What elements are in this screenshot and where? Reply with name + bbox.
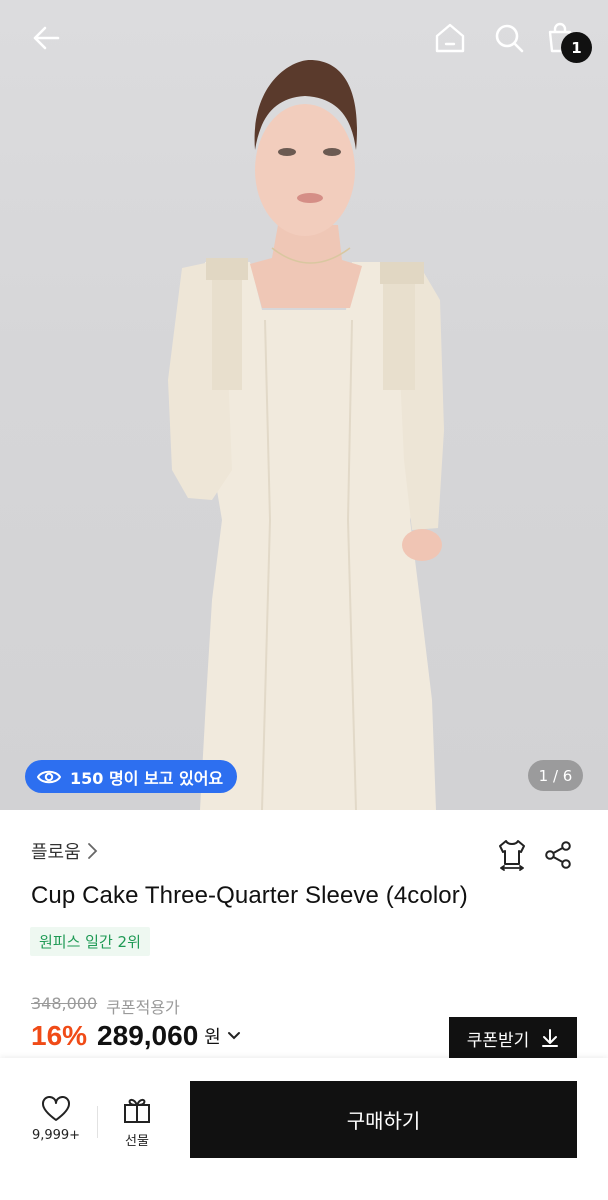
original-price: 348,000 bbox=[31, 994, 98, 1013]
back-button[interactable] bbox=[26, 18, 66, 58]
ranking-badge[interactable]: 원피스 일간 2위 bbox=[30, 927, 150, 956]
share-button[interactable] bbox=[540, 837, 576, 873]
divider bbox=[97, 1106, 98, 1138]
bottom-action-bar: 9,999+ 선물 구매하기 bbox=[0, 1058, 608, 1200]
chevron-right-icon bbox=[87, 843, 97, 859]
like-button[interactable]: 9,999+ bbox=[22, 1096, 90, 1152]
viewers-badge: 150 명이 보고 있어요 bbox=[25, 760, 238, 793]
product-title: Cup Cake Three-Quarter Sleeve (4color) bbox=[31, 882, 468, 909]
heart-icon bbox=[42, 1096, 70, 1121]
top-navigation-bar: 1 bbox=[0, 0, 608, 80]
sale-price: 289,060 bbox=[97, 1020, 199, 1051]
product-photo bbox=[168, 60, 444, 810]
viewers-text: 150 명이 보고 있어요 bbox=[70, 768, 224, 788]
gift-label: 선물 bbox=[125, 1134, 149, 1149]
chevron-down-icon bbox=[227, 1032, 240, 1040]
gift-button[interactable]: 선물 bbox=[104, 1096, 170, 1152]
discount-rate: 16% bbox=[31, 1020, 88, 1051]
eye-icon bbox=[37, 770, 61, 783]
image-counter: 1 / 6 bbox=[528, 760, 583, 791]
coupon-applied-label: 쿠폰적용가 bbox=[106, 998, 180, 1017]
back-arrow-icon bbox=[33, 26, 60, 50]
home-button[interactable] bbox=[430, 18, 470, 58]
share-icon bbox=[545, 841, 571, 869]
fitting-shirt-icon bbox=[499, 840, 525, 871]
price-row[interactable]: 16% 289,060 원 bbox=[31, 1020, 241, 1052]
cart-count-badge: 1 bbox=[561, 32, 592, 63]
buy-button[interactable]: 구매하기 bbox=[190, 1081, 577, 1158]
coupon-button-label: 쿠폰받기 bbox=[466, 1030, 530, 1051]
gift-icon bbox=[124, 1098, 150, 1123]
home-icon bbox=[435, 23, 465, 53]
like-count: 9,999+ bbox=[31, 1128, 81, 1143]
brand-link[interactable]: 플로움 bbox=[31, 838, 99, 864]
get-coupon-button[interactable]: 쿠폰받기 bbox=[449, 1017, 577, 1059]
fitting-button[interactable] bbox=[494, 837, 530, 873]
search-button[interactable] bbox=[489, 18, 529, 58]
search-icon bbox=[495, 24, 524, 53]
product-image-carousel[interactable]: 1 150 명이 보고 있어요 1 / 6 bbox=[0, 0, 608, 810]
download-icon bbox=[542, 1029, 559, 1047]
brand-name: 플로움 bbox=[31, 842, 81, 863]
original-price-row: 348,000 쿠폰적용가 bbox=[31, 994, 180, 1018]
currency-unit: 원 bbox=[204, 1027, 221, 1048]
